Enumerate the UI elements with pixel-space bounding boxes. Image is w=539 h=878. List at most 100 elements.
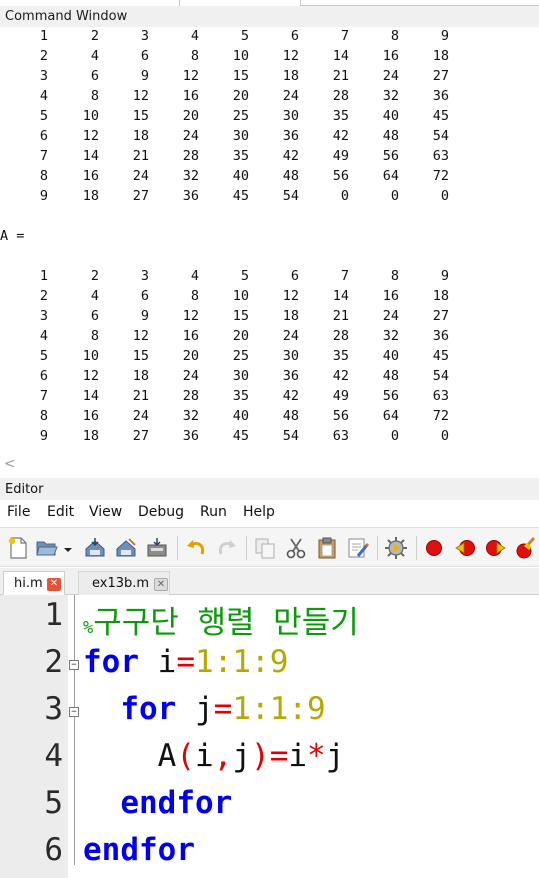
matrix-cell: 10 <box>232 288 249 304</box>
next-breakpoint-icon[interactable] <box>484 536 508 560</box>
matrix-cell: 12 <box>132 88 149 104</box>
variable-i: i <box>195 738 214 774</box>
matrix-cell: 40 <box>382 348 399 364</box>
line-number: 5 <box>44 785 63 821</box>
matrix-cell: 48 <box>382 128 399 144</box>
code-editor[interactable]: 1 2 3 4 5 6 − − %구구단 행렬 만들기 for i=1:1:9 … <box>0 595 539 878</box>
matrix-cell: 42 <box>332 128 349 144</box>
line-number-gutter: 1 2 3 4 5 6 <box>0 595 68 878</box>
variable-j: j <box>232 738 252 774</box>
horizontal-scrollbar[interactable]: < <box>0 454 539 476</box>
matrix-cell: 5 <box>240 268 249 284</box>
matrix-cell: 35 <box>232 148 249 164</box>
line-number: 2 <box>44 644 63 680</box>
matrix-cell: 32 <box>182 168 199 184</box>
save-as-icon[interactable] <box>114 536 138 560</box>
find-icon[interactable] <box>346 536 370 560</box>
matrix-cell: 42 <box>282 148 299 164</box>
code-line-4[interactable]: A(i,j)=i*j <box>83 738 345 774</box>
cut-icon[interactable] <box>284 536 308 560</box>
number-literal: 1 <box>232 644 252 680</box>
close-icon[interactable]: ✕ <box>47 578 61 591</box>
matrix-cell: 9 <box>140 68 149 84</box>
matrix-cell: 7 <box>340 28 349 44</box>
operator-multiply: * <box>307 738 326 774</box>
save-all-icon[interactable] <box>145 536 169 560</box>
matrix-cell: 36 <box>432 88 449 104</box>
previous-breakpoint-icon[interactable] <box>453 536 477 560</box>
copy-icon[interactable] <box>253 536 277 560</box>
chevron-left-icon[interactable]: < <box>4 456 16 472</box>
code-line-1[interactable]: %구구단 행렬 만들기 <box>83 597 359 642</box>
menu-view[interactable]: View <box>89 504 122 520</box>
matrix-cell: 7 <box>340 268 349 284</box>
matrix-cell: 12 <box>182 308 199 324</box>
matrix-cell: 4 <box>39 88 48 104</box>
code-line-5[interactable]: endfor <box>83 785 232 821</box>
paste-icon[interactable] <box>315 536 339 560</box>
matrix-row: 1 2 3 4 5 6 7 8 9 <box>0 26 539 46</box>
matrix-cell: 24 <box>282 328 299 344</box>
open-folder-icon[interactable] <box>35 536 59 560</box>
tab-hi-m[interactable]: hi.m ✕ <box>3 571 65 595</box>
matrix-row: 5 10 15 20 25 30 35 40 45 <box>0 106 539 126</box>
undo-icon[interactable] <box>184 536 208 560</box>
fold-toggle-icon[interactable]: − <box>69 660 79 670</box>
redo-icon[interactable] <box>215 536 239 560</box>
code-line-2[interactable]: for i=1:1:9 <box>83 644 288 680</box>
matrix-row: 2 4 6 8 10 12 14 16 18 <box>0 286 539 306</box>
menu-debug[interactable]: Debug <box>138 504 184 520</box>
matrix-cell: 24 <box>282 88 299 104</box>
matrix-cell: 10 <box>82 108 99 124</box>
menu-help[interactable]: Help <box>243 504 275 520</box>
matrix-cell: 48 <box>382 368 399 384</box>
matrix-cell: 9 <box>39 188 48 204</box>
menu-run[interactable]: Run <box>200 504 227 520</box>
matrix-cell: 30 <box>232 368 249 384</box>
operator-assign: = <box>176 644 196 680</box>
matrix-cell: 28 <box>332 328 349 344</box>
close-icon[interactable]: ✕ <box>154 578 168 591</box>
matrix-row: 7 14 21 28 35 42 49 56 63 <box>0 386 539 406</box>
matrix-cell: 3 <box>140 28 149 44</box>
tab-label: ex13b.m <box>92 576 150 591</box>
matrix-cell: 20 <box>232 88 249 104</box>
matrix-cell: 12 <box>282 48 299 64</box>
matrix-cell: 8 <box>390 268 399 284</box>
keyword-endfor: endfor <box>120 785 233 821</box>
matrix-cell: 4 <box>190 268 199 284</box>
matrix-cell: 4 <box>39 328 48 344</box>
matrix-cell: 2 <box>90 28 99 44</box>
matrix-cell: 18 <box>82 188 99 204</box>
matrix-cell: 32 <box>382 88 399 104</box>
keyword-for: for <box>83 644 139 680</box>
number-literal: 1 <box>232 691 252 727</box>
matrix-cell: 27 <box>432 308 449 324</box>
menu-file[interactable]: File <box>7 504 30 520</box>
matrix-cell: 18 <box>132 128 149 144</box>
toolbar-separator <box>416 536 417 560</box>
operator-colon: : <box>251 691 270 727</box>
menu-edit[interactable]: Edit <box>47 504 74 520</box>
code-line-6[interactable]: endfor <box>83 832 195 868</box>
matrix-cell: 15 <box>232 68 249 84</box>
fold-toggle-icon[interactable]: − <box>69 707 79 717</box>
matrix-cell: 25 <box>232 348 249 364</box>
toolbar-separator <box>177 536 178 560</box>
new-file-icon[interactable] <box>6 536 30 560</box>
tab-ex13b-m[interactable]: ex13b.m ✕ <box>78 571 170 595</box>
clear-breakpoints-icon[interactable] <box>513 536 537 560</box>
matrix-cell: 6 <box>90 308 99 324</box>
save-icon[interactable] <box>83 536 107 560</box>
run-settings-icon[interactable] <box>384 536 408 560</box>
tab-label: hi.m <box>14 576 43 591</box>
variable-i: i <box>157 644 177 680</box>
breakpoint-icon[interactable] <box>422 536 446 560</box>
matrix-cell: 30 <box>232 128 249 144</box>
code-line-3[interactable]: for j=1:1:9 <box>83 691 325 727</box>
matrix-cell: 12 <box>82 128 99 144</box>
matrix-cell: 42 <box>282 388 299 404</box>
dropdown-arrow-icon[interactable] <box>62 536 74 560</box>
matrix-cell: 35 <box>332 108 349 124</box>
matrix-cell: 18 <box>432 288 449 304</box>
